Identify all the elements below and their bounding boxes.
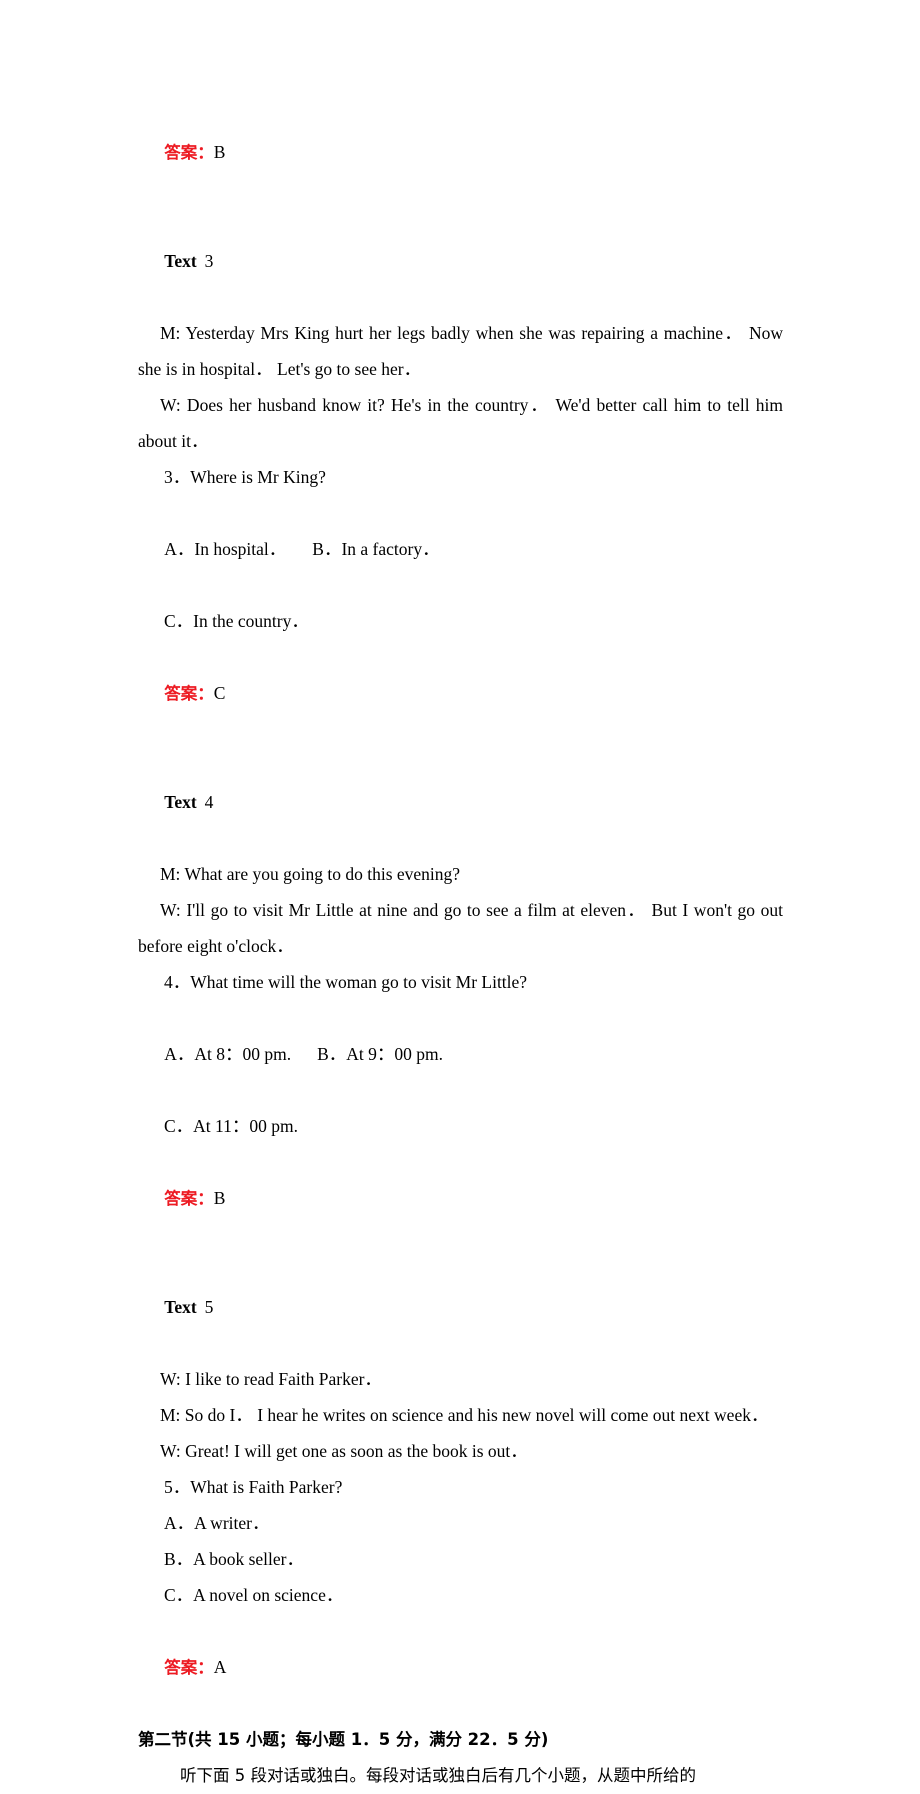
dialogue-line-w-text3: W: Does her husband know it? He's in the…	[138, 395, 783, 451]
document-body: 答案：B Text 3 M: Yesterday Mrs King hurt he…	[138, 98, 783, 1794]
text-heading-keyword: Text	[164, 792, 197, 812]
text-heading-5: Text 5	[138, 1253, 783, 1361]
question-stem-5: 5．What is Faith Parker?	[164, 1477, 343, 1497]
answer-colon: ：	[197, 684, 214, 703]
question-3-options-row-1: A．In hospital． B．In a factory．	[138, 495, 783, 603]
question-stem-3: 3．Where is Mr King?	[164, 467, 326, 487]
option-5-a: A．A writer．	[164, 1513, 270, 1533]
option-5-b: B．A book seller．	[164, 1549, 304, 1569]
option-3-c: C．In the country．	[164, 611, 309, 631]
option-4-c: C．At 11：00 pm.	[164, 1116, 299, 1136]
option-3-a: A．In hospital．	[164, 539, 287, 559]
dialogue-line-w1-text5: W: I like to read Faith Parker．	[160, 1369, 382, 1389]
section-two-instruction: 听下面 5 段对话或独白。每段对话或独白后有几个小题，从题中所给的	[180, 1766, 696, 1785]
text-heading-number: 3	[204, 251, 214, 271]
document-page: 答案：B Text 3 M: Yesterday Mrs King hurt he…	[0, 0, 920, 1785]
dialogue-line-m-text5: M: So do I． I hear he writes on science …	[160, 1405, 769, 1425]
section-two-heading: 第二节(共 15 小题；每小题 1．5 分，满分 22．5 分)	[138, 1730, 549, 1749]
answer-colon: ：	[197, 1189, 214, 1208]
text-heading-number: 5	[204, 1297, 214, 1317]
answer-value: B	[213, 1188, 226, 1208]
text-heading-4: Text 4	[138, 748, 783, 856]
option-4-b: B．At 9：00 pm.	[317, 1044, 444, 1064]
answer-label: 答案	[164, 1189, 198, 1208]
question-4-options-row-1: A．At 8：00 pm. B．At 9：00 pm.	[138, 1000, 783, 1108]
answer-value: A	[213, 1657, 227, 1677]
text-heading-3: Text 3	[138, 207, 783, 315]
answer-key-3: 答案：C	[138, 639, 783, 748]
answer-value: B	[213, 142, 226, 162]
dialogue-line-m-text3: M: Yesterday Mrs King hurt her legs badl…	[138, 323, 783, 379]
text-heading-keyword: Text	[164, 251, 197, 271]
option-3-b: B．In a factory．	[312, 539, 440, 559]
text-heading-keyword: Text	[164, 1297, 197, 1317]
dialogue-line-m-text4: M: What are you going to do this evening…	[160, 864, 461, 884]
dialogue-line-w-text4: W: I'll go to visit Mr Little at nine an…	[138, 900, 783, 956]
answer-key-5: 答案：A	[138, 1613, 783, 1722]
answer-key-2: 答案：B	[138, 98, 783, 207]
answer-label: 答案	[164, 1658, 198, 1677]
answer-label: 答案	[164, 684, 198, 703]
answer-colon: ：	[197, 1658, 214, 1677]
answer-label: 答案	[164, 143, 198, 162]
answer-value: C	[213, 683, 226, 703]
option-5-c: C．A novel on science．	[164, 1585, 344, 1605]
dialogue-line-w2-text5: W: Great! I will get one as soon as the …	[160, 1441, 528, 1461]
text-heading-number: 4	[204, 792, 214, 812]
answer-key-4: 答案：B	[138, 1144, 783, 1253]
answer-colon: ：	[197, 143, 214, 162]
option-4-a: A．At 8：00 pm.	[164, 1044, 292, 1064]
question-stem-4: 4．What time will the woman go to visit M…	[164, 972, 528, 992]
